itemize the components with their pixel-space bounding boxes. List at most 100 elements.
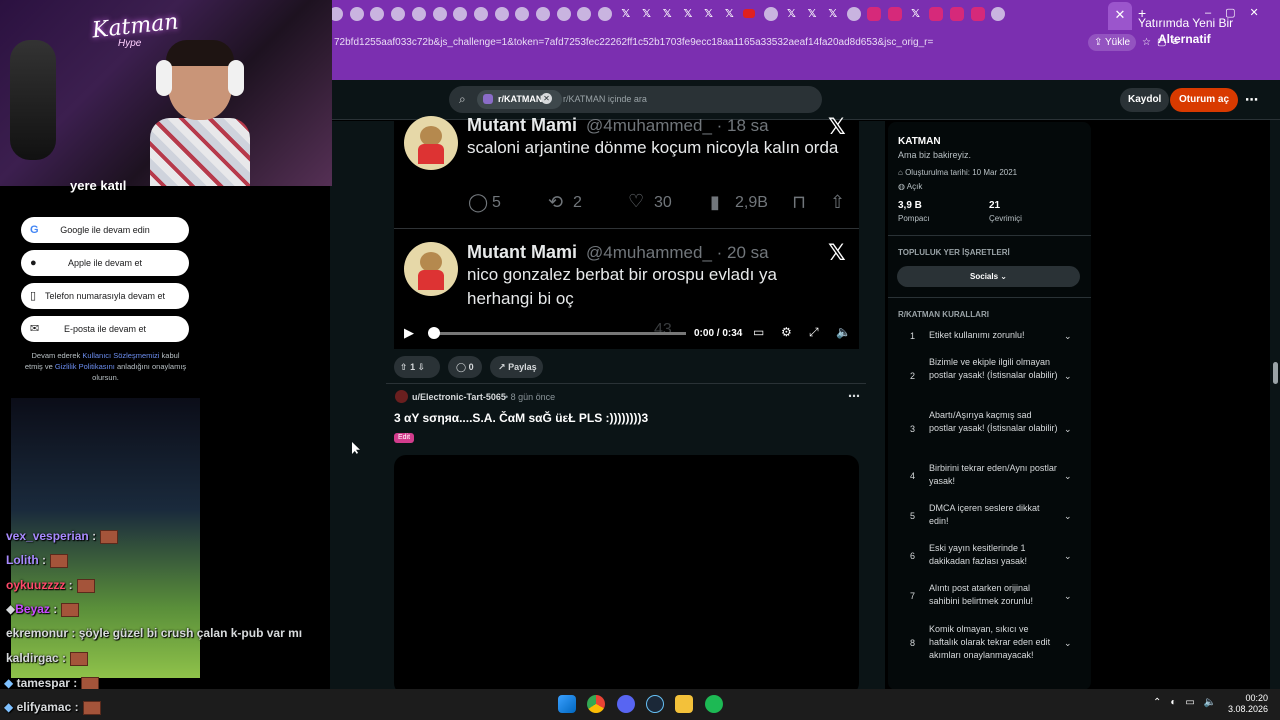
tab-favicon-icon[interactable] — [556, 7, 571, 21]
chevron-down-icon[interactable]: ⌄ — [1064, 331, 1072, 342]
tab-favicon-icon[interactable] — [391, 7, 406, 21]
upload-button[interactable]: ⇪ Yükle — [1088, 34, 1136, 51]
system-tray[interactable]: ⌃◐▭🔈 — [1153, 697, 1225, 708]
tweet-handle: @4muhammed_ · 18 sa — [586, 116, 769, 135]
captions-icon[interactable]: ▭ — [753, 325, 764, 339]
windows-start-icon[interactable] — [558, 695, 576, 713]
chip-remove-icon[interactable]: ✕ — [541, 93, 552, 104]
chevron-down-icon[interactable]: ⌄ — [1064, 471, 1072, 482]
post-more-icon[interactable]: ⋯ — [848, 389, 860, 403]
search-placeholder[interactable]: r/KATMAN içinde ara — [563, 94, 647, 104]
spotify-icon[interactable] — [705, 695, 723, 713]
tab-favicon-icon[interactable] — [846, 7, 861, 21]
x-tab-icon[interactable]: 𝕏 — [702, 7, 716, 21]
steam-icon[interactable] — [646, 695, 664, 713]
youtube-tab-icon[interactable] — [743, 9, 755, 18]
fullscreen-icon[interactable]: ⤢ — [809, 325, 819, 340]
scrollbar-thumb[interactable] — [1273, 362, 1278, 384]
rule-number: 5 — [910, 511, 916, 521]
chevron-down-icon[interactable]: ⌄ — [1064, 638, 1072, 649]
instagram-tab-icon[interactable] — [867, 7, 882, 21]
volume-icon[interactable]: 🔈 — [836, 325, 851, 339]
tab-favicon-icon[interactable] — [411, 7, 426, 21]
post-video[interactable] — [394, 455, 859, 695]
socials-dropdown[interactable]: Socials ⌄ — [897, 266, 1080, 287]
sidebar-divider — [888, 235, 1091, 236]
rule-text[interactable]: Alıntı post atarken orijinal sahibini be… — [929, 582, 1059, 608]
more-options-icon[interactable]: ⋯ — [1245, 92, 1258, 108]
upvote-icon[interactable]: ⇧ — [394, 362, 408, 372]
privacy-policy-link[interactable]: Gizlilik Politikasını — [55, 362, 115, 371]
tab-favicon-icon[interactable] — [494, 7, 509, 21]
x-tab-icon[interactable]: 𝕏 — [826, 7, 840, 21]
share-button[interactable]: ↗ Paylaş — [490, 356, 543, 378]
rule-text[interactable]: Abartı/Aşırıya kaçmış sad postlar yasak!… — [929, 409, 1059, 435]
instagram-tab-icon[interactable] — [929, 7, 944, 21]
tab-favicon-icon[interactable] — [473, 7, 488, 21]
rule-text[interactable]: Eski yayın kesitlerinde 1 dakikadan fazl… — [929, 542, 1059, 568]
rule-text[interactable]: Birbirini tekrar eden/Aynı postlar yasak… — [929, 462, 1059, 488]
post-age: • 8 gün önce — [505, 392, 556, 402]
discord-icon[interactable] — [617, 695, 635, 713]
chevron-down-icon[interactable]: ⌄ — [1064, 371, 1072, 382]
post-title[interactable]: 3 αY ѕσηяα....S.A. ČαM ѕαĞ üεŁ PLS :))))… — [394, 411, 648, 425]
x-tab-icon[interactable]: 𝕏 — [640, 7, 654, 21]
chevron-down-icon[interactable]: ⌄ — [1064, 551, 1072, 562]
tab-favicon-icon[interactable] — [536, 7, 550, 21]
x-tab-icon[interactable]: 𝕏 — [681, 7, 695, 21]
chevron-down-icon[interactable]: ⌄ — [1064, 424, 1072, 435]
window-controls[interactable]: –▢✕ — [1205, 6, 1273, 19]
email-login-button[interactable]: ✉ E-posta ile devam et — [21, 316, 189, 342]
x-tab-icon[interactable]: 𝕏 — [909, 7, 923, 21]
file-explorer-icon[interactable] — [675, 695, 693, 713]
tab-close-icon[interactable]: ✕ — [1115, 7, 1126, 22]
google-login-button[interactable]: G Google ile devam edin — [21, 217, 189, 243]
post-flair[interactable]: Edit — [394, 433, 415, 443]
rule-number: 1 — [910, 331, 916, 341]
instagram-tab-icon[interactable] — [887, 7, 902, 21]
instagram-tab-icon[interactable] — [970, 7, 985, 21]
rule-text[interactable]: Bizimle ve ekiple ilgili olmayan postlar… — [929, 356, 1059, 382]
login-button[interactable]: Oturum aç — [1170, 88, 1239, 112]
chrome-icon[interactable] — [587, 695, 605, 713]
tweet-avatar — [404, 116, 458, 170]
play-icon[interactable]: ▶ — [404, 325, 414, 341]
comments-button[interactable]: ◯ 0 — [448, 356, 482, 378]
views-count: 2,9B — [735, 194, 768, 211]
chat-message: ◆Beyaz : — [6, 602, 80, 617]
vote-buttons[interactable]: ⇧ 1 ⇩ — [394, 356, 440, 378]
rule-text[interactable]: DMCA içeren seslere dikkat edin! — [929, 502, 1059, 528]
tab-favicon-icon[interactable] — [349, 7, 364, 21]
search-icon[interactable]: ⌕ — [459, 92, 466, 107]
video-scrubber[interactable] — [428, 327, 440, 339]
rule-number: 6 — [910, 551, 916, 561]
tab-favicon-icon[interactable] — [763, 7, 778, 21]
globe-icon: ◍ — [898, 182, 905, 191]
tab-favicon-icon[interactable] — [598, 7, 613, 21]
x-tab-icon[interactable]: 𝕏 — [619, 7, 633, 21]
mail-icon: ✉ — [30, 323, 40, 335]
avatar[interactable] — [395, 390, 408, 403]
retweet-icon: ⟲ — [548, 192, 564, 212]
settings-icon[interactable]: ⚙ — [781, 325, 792, 339]
video-progress-bar[interactable] — [434, 332, 686, 335]
chevron-down-icon: ⌄ — [1000, 272, 1007, 281]
url-text[interactable]: 72bfd1255aaf033c72b&js_challenge=1&token… — [334, 37, 1084, 48]
user-agreement-link[interactable]: Kullanıcı Sözleşmemizi — [82, 351, 159, 360]
rule-text[interactable]: Komik olmayan, sıkıcı ve haftalık olarak… — [929, 623, 1059, 662]
chevron-down-icon[interactable]: ⌄ — [1064, 591, 1072, 602]
signup-button[interactable]: Kaydol — [1120, 88, 1170, 112]
chevron-down-icon[interactable]: ⌄ — [1064, 511, 1072, 522]
x-tab-icon[interactable]: 𝕏 — [805, 7, 819, 21]
rule-text[interactable]: Etiket kullanımı zorunlu! — [929, 329, 1059, 342]
apple-login-button[interactable]: ● Apple ile devam et — [21, 250, 189, 276]
active-tab[interactable]: ✕ — [1108, 2, 1132, 30]
page-scrollbar[interactable] — [1270, 120, 1280, 690]
badge-icon: ◆ — [4, 700, 14, 714]
tab-favicon-icon[interactable] — [432, 7, 447, 21]
instagram-tab-icon[interactable] — [950, 7, 964, 21]
post-author[interactable]: u/Electronic-Tart-5065 — [412, 392, 506, 402]
taskbar-clock[interactable]: 00:20 3.08.2026 — [1226, 693, 1268, 715]
downvote-icon[interactable]: ⇩ — [418, 362, 426, 372]
phone-login-button[interactable]: ▯ Telefon numarasıyla devam et — [21, 283, 189, 309]
